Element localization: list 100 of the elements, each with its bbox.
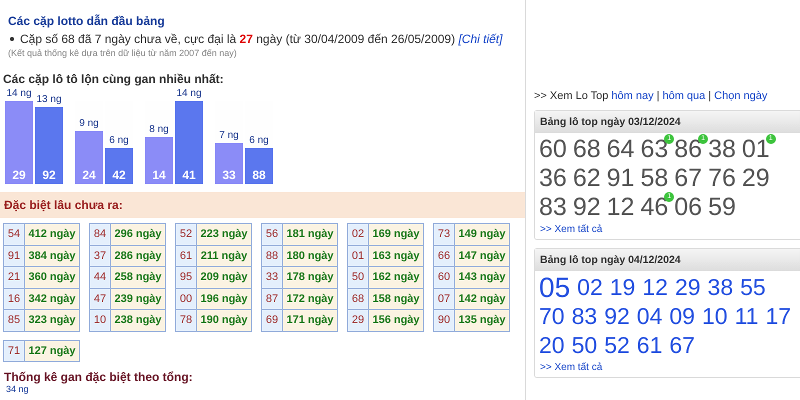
days-cell: 172 ngày: [283, 288, 337, 309]
days-cell: 342 ngày: [25, 288, 79, 309]
lottery-number: 83: [539, 193, 567, 221]
lottery-number: 02: [577, 274, 603, 300]
days-cell: 142 ngày: [455, 288, 509, 309]
days-cell: 384 ngày: [25, 246, 79, 266]
number-cell: 73: [434, 224, 454, 244]
number-cell: 00: [176, 288, 196, 309]
number-cell: 54: [4, 224, 24, 244]
value-label: 6 ng: [108, 135, 130, 148]
lottery-number: 92: [604, 303, 630, 329]
number-cell: 02: [348, 224, 368, 244]
lottery-number: 19: [610, 274, 636, 300]
lottery-number: 64: [606, 135, 634, 163]
lottery-number: 76: [708, 164, 736, 192]
date-link[interactable]: hôm nay: [611, 90, 654, 102]
lottery-number: 67: [669, 332, 695, 358]
lottery-number: 11: [734, 303, 758, 329]
lottery-number: 67: [674, 164, 702, 192]
number-cell: 88: [262, 246, 282, 266]
value-label: 14 ng: [5, 88, 33, 100]
number-cell: 60: [434, 267, 454, 288]
days-cell: 196 ngày: [197, 288, 251, 309]
days-cell: 147 ngày: [455, 246, 509, 266]
summary-text: Cặp số 68 đã 7 ngày chưa về, cực đại là 27 ngày (từ 30/04/2009 đến 26/05/2009) [Chi tiết]: [20, 32, 502, 46]
date-link[interactable]: hôm qua: [662, 90, 706, 102]
section-heading: Đặc biệt lâu chưa ra:: [4, 198, 123, 212]
days-cell: 181 ngày: [283, 224, 337, 244]
number-cell: 78: [176, 310, 196, 330]
days-cell: 412 ngày: [25, 224, 79, 244]
number-cell: 91: [4, 246, 24, 266]
lottery-number: 10: [702, 303, 728, 329]
chart-bar: 29: [5, 101, 33, 184]
number-cell: 95: [176, 267, 196, 288]
number-cell: 87: [262, 288, 282, 309]
section-heading: Các cặp lotto dẫn đầu bảng: [8, 14, 166, 28]
number-cell: 07: [434, 288, 454, 309]
detail-link[interactable]: [Chi tiết]: [458, 32, 502, 46]
date-link[interactable]: Chọn ngày: [714, 90, 768, 102]
lottery-number: 17: [765, 303, 792, 329]
lottery-number: 50: [572, 332, 598, 358]
days-cell: 296 ngày: [111, 224, 165, 244]
days-cell: 239 ngày: [111, 288, 165, 309]
lottery-number: 12: [606, 193, 634, 221]
chart-title: Các cặp lô tô lộn cùng gan nhiều nhất:: [3, 72, 225, 86]
lottery-number: 04: [636, 303, 662, 329]
days-cell: 169 ngày: [369, 224, 423, 244]
value-label: 8 ng: [148, 124, 170, 136]
chart-bar: 88: [245, 148, 273, 184]
lottery-number: 68: [572, 135, 601, 163]
lottery-number: 92: [572, 193, 601, 221]
number-cell: 50: [348, 267, 368, 288]
days-cell: 149 ngày: [455, 224, 509, 244]
lottery-number: 62: [572, 164, 601, 192]
value-label: 13 ng: [35, 94, 63, 106]
number-cell: 21: [4, 267, 24, 288]
days-cell: 171 ngày: [283, 310, 337, 330]
number-cell: 44: [90, 267, 110, 288]
days-cell: 178 ngày: [283, 267, 337, 288]
chart-bar: 24: [75, 130, 103, 184]
number-cell: 01: [348, 246, 368, 266]
lottery-number: 36: [539, 164, 567, 192]
number-cell: 71: [4, 340, 24, 361]
bullet-icon: [10, 37, 14, 41]
value-label: 6 ng: [248, 135, 270, 148]
number-cell: 68: [348, 288, 368, 309]
days-cell: 158 ngày: [369, 288, 423, 309]
lottery-number: 38: [708, 274, 734, 300]
chart-bar: 42: [105, 148, 133, 184]
view-all-link[interactable]: >> Xem tất cả: [535, 222, 800, 239]
lottery-number: 20: [539, 332, 565, 358]
days-cell: 180 ngày: [283, 246, 337, 266]
value-label: 14 ng: [175, 88, 203, 100]
number-cell: 61: [176, 246, 196, 266]
chart-bar: 92: [35, 106, 63, 184]
nav-label: >> Xem Lo Top: [534, 90, 608, 102]
lottery-number: 29: [674, 274, 701, 300]
number-cell: 29: [348, 310, 368, 330]
lottery-number: 83: [572, 303, 598, 329]
number-cell: 69: [262, 310, 282, 330]
lottery-number: 91: [606, 164, 634, 192]
days-cell: 258 ngày: [111, 267, 165, 288]
days-cell: 162 ngày: [369, 267, 423, 288]
lottery-number: 12: [642, 274, 668, 300]
lottery-number: 55: [740, 274, 766, 300]
days-cell: 156 ngày: [369, 310, 423, 330]
days-cell: 209 ngày: [197, 267, 251, 288]
number-cell: 37: [90, 246, 110, 266]
panel-title: Bảng lô top ngày 04/12/2024: [540, 254, 681, 266]
number-cell: 47: [90, 288, 110, 309]
days-cell: 238 ngày: [111, 310, 165, 330]
lottery-number: 06: [674, 193, 702, 221]
lottery-number: 29: [742, 164, 770, 192]
lottery-number: 70: [539, 303, 565, 329]
view-all-link[interactable]: >> Xem tất cả: [535, 360, 800, 377]
separator: |: [656, 90, 660, 102]
lottery-number: 38: [708, 135, 736, 163]
days-cell: 163 ngày: [369, 246, 423, 266]
number-cell: 84: [90, 224, 110, 244]
chart-bar: 14: [145, 136, 173, 184]
